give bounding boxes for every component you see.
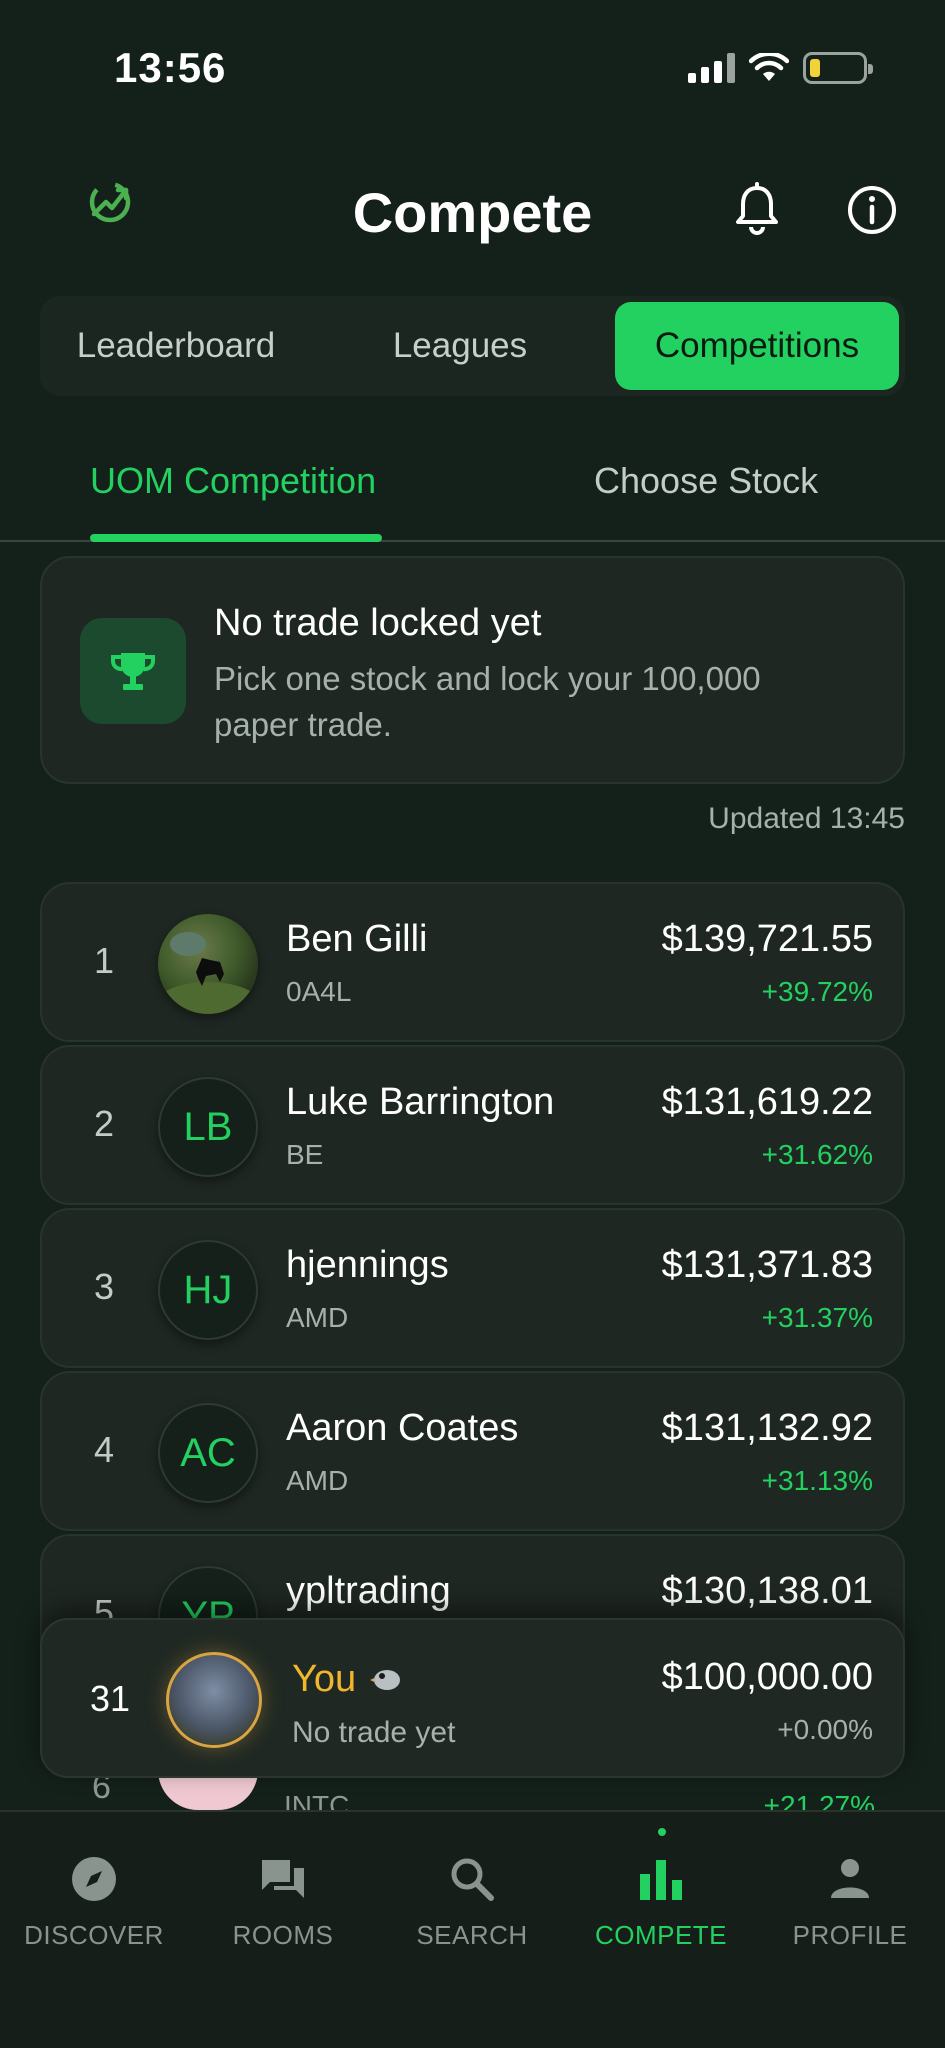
portfolio-value: $139,721.55	[661, 918, 873, 960]
info-card-title: No trade locked yet	[214, 602, 542, 644]
trophy-icon	[110, 653, 156, 690]
rank: 1	[94, 940, 115, 981]
nav-label: DISCOVER	[24, 1920, 164, 1950]
subtab-uom-competition[interactable]: UOM Competition	[90, 460, 376, 502]
updated-timestamp: Updated 13:45	[708, 802, 905, 835]
avatar: AC	[158, 1403, 258, 1503]
your-value: $100,000.00	[661, 1656, 873, 1698]
avatar: LB	[158, 1077, 258, 1177]
rank: 3	[94, 1266, 115, 1307]
person-icon	[831, 1859, 869, 1898]
subtab-active-indicator	[90, 534, 382, 542]
chat-icon	[262, 1860, 304, 1898]
leaderboard-row[interactable]: 2 LB Luke Barrington BE $131,619.22 +31.…	[40, 1045, 905, 1205]
avatar	[158, 914, 258, 1014]
portfolio-value: $131,619.22	[661, 1081, 873, 1123]
tab-leaderboard[interactable]: Leaderboard	[46, 302, 306, 390]
player-name: hjennings	[286, 1244, 449, 1286]
your-status: No trade yet	[292, 1716, 456, 1749]
portfolio-change: +31.37%	[761, 1302, 873, 1333]
portfolio-change: +31.62%	[761, 1139, 873, 1170]
bird-icon	[370, 1670, 400, 1690]
nav-rooms[interactable]: ROOMS	[193, 1852, 373, 1951]
trophy-badge	[80, 618, 186, 724]
player-ticker: BE	[286, 1139, 324, 1170]
player-name: ypltrading	[286, 1570, 451, 1612]
avatar: HJ	[158, 1240, 258, 1340]
player-name: Luke Barrington	[286, 1081, 555, 1123]
portfolio-change: +31.13%	[761, 1465, 873, 1496]
nav-compete[interactable]: COMPETE	[571, 1852, 751, 1951]
nav-discover[interactable]: DISCOVER	[4, 1852, 184, 1951]
bottom-nav: DISCOVER ROOMS SEARCH COMPETE PROFILE	[0, 1810, 945, 2048]
leaderboard-row[interactable]: 3 HJ hjennings AMD $131,371.83 +31.37%	[40, 1208, 905, 1368]
segment-control: Leaderboard Leagues Competitions	[40, 296, 905, 396]
nav-profile[interactable]: PROFILE	[760, 1852, 940, 1951]
nav-label: SEARCH	[416, 1920, 528, 1950]
active-nav-indicator	[658, 1828, 666, 1836]
rank: 4	[94, 1429, 115, 1470]
status-icons	[688, 52, 873, 84]
bell-icon[interactable]	[732, 182, 782, 236]
player-ticker: AMD	[286, 1302, 349, 1333]
your-change: +0.00%	[777, 1714, 873, 1745]
page-title: Compete	[352, 181, 593, 244]
bar-chart-icon	[640, 1860, 682, 1900]
nav-label: PROFILE	[792, 1920, 908, 1950]
rank: 2	[94, 1103, 115, 1144]
player-name: Ben Gilli	[286, 918, 428, 960]
compass-icon	[72, 1857, 116, 1901]
nav-label: ROOMS	[232, 1920, 334, 1950]
player-name: Aaron Coates	[286, 1407, 519, 1449]
nav-label: COMPETE	[594, 1920, 728, 1950]
leaderboard-row[interactable]: 1 Ben Gilli 0A4L $139,721.55 +39.72%	[40, 882, 905, 1042]
subtab-choose-stock[interactable]: Choose Stock	[594, 460, 818, 502]
search-icon	[451, 1858, 494, 1901]
info-icon[interactable]	[846, 184, 898, 236]
your-name: You	[292, 1658, 357, 1700]
nav-search[interactable]: SEARCH	[382, 1852, 562, 1951]
signal-icon	[688, 53, 735, 83]
tab-leagues[interactable]: Leagues	[340, 302, 580, 390]
status-time: 13:56	[114, 44, 227, 91]
player-ticker: 0A4L	[286, 976, 352, 1007]
portfolio-change: +39.72%	[761, 976, 873, 1007]
battery-icon	[803, 52, 873, 84]
portfolio-value: $130,138.01	[661, 1570, 873, 1612]
portfolio-value: $131,132.92	[661, 1407, 873, 1449]
info-card-subtitle: Pick one stock and lock your 100,000 pap…	[214, 660, 761, 743]
wifi-icon	[749, 53, 789, 81]
portfolio-value: $131,371.83	[661, 1244, 873, 1286]
your-rank-row[interactable]: 31 You No trade yet $100,000.00 +0.00%	[40, 1618, 905, 1778]
player-ticker: AMD	[286, 1465, 349, 1496]
leaderboard-row[interactable]: 4 AC Aaron Coates AMD $131,132.92 +31.13…	[40, 1371, 905, 1531]
your-rank: 31	[90, 1678, 131, 1719]
tab-competitions[interactable]: Competitions	[615, 302, 899, 390]
your-avatar	[166, 1652, 262, 1748]
